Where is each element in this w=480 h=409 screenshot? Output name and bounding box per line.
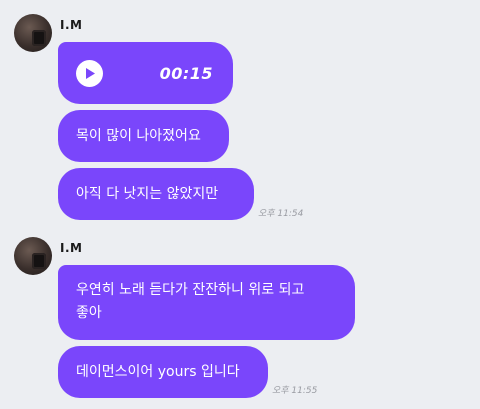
message-timestamp: 오후 11:55	[272, 386, 318, 396]
text-message-bubble[interactable]: 목이 많이 나아졌어요	[58, 110, 229, 162]
message-group: I.M 우연히 노래 듣다가 잔잔하니 위로 되고 좋아 데이먼스이어 your…	[14, 237, 464, 402]
message-text-line: 좋아	[76, 305, 102, 321]
text-message-bubble[interactable]: 우연히 노래 듣다가 잔잔하니 위로 되고 좋아	[58, 265, 355, 340]
message-text: 아직 다 낫지는 않았지만	[76, 185, 219, 202]
sender-name: I.M	[60, 18, 83, 32]
play-icon[interactable]	[76, 59, 103, 87]
message-group: I.M 00:15 목이 많이 나아졌어요 아직 다 낫지는 않았지만 오후 1…	[14, 14, 464, 224]
text-message-bubble[interactable]: 아직 다 낫지는 않았지만	[58, 168, 254, 220]
voice-duration: 00:15	[159, 63, 213, 83]
message-text: 데이먼스이어 yours 입니다	[76, 363, 240, 380]
message-text: 목이 많이 나아졌어요	[76, 127, 201, 144]
avatar[interactable]	[14, 14, 52, 52]
message-text-line: 우연히 노래 듣다가 잔잔하니 위로 되고	[76, 282, 305, 298]
text-message-bubble[interactable]: 데이먼스이어 yours 입니다	[58, 346, 268, 398]
message-timestamp: 오후 11:54	[258, 209, 304, 219]
sender-name: I.M	[60, 241, 83, 255]
voice-message-bubble[interactable]: 00:15	[58, 42, 233, 104]
chat-screen: { "messages": [ { "sender": "I.M", "bubb…	[0, 0, 480, 409]
avatar[interactable]	[14, 237, 52, 275]
